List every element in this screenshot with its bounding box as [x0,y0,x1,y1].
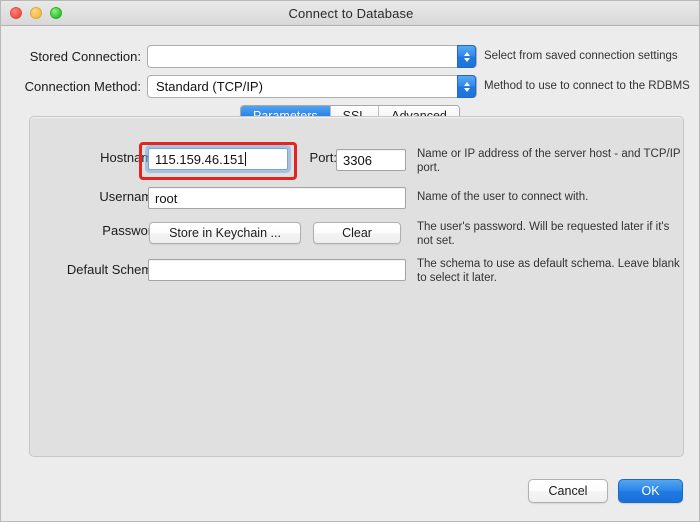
clear-password-button[interactable]: Clear [313,222,401,244]
hostname-value: 115.159.46.151 [155,151,245,167]
default-schema-input[interactable] [148,259,406,281]
default-schema-label: Default Schema: [66,262,163,277]
connection-method-hint: Method to use to connect to the RDBMS [484,80,690,92]
stored-connection-combobox[interactable] [147,45,477,68]
cancel-button[interactable]: Cancel [528,479,608,503]
connect-to-database-dialog: Connect to Database Stored Connection: S… [0,0,700,522]
username-value: root [155,190,178,206]
connection-method-combobox[interactable]: Standard (TCP/IP) [147,75,477,98]
window-title: Connect to Database [288,6,414,21]
port-input[interactable]: 3306 [336,149,406,171]
password-label: Password: [102,223,163,238]
hostname-input[interactable]: 115.159.46.151 [148,148,288,170]
port-value: 3306 [343,152,372,168]
title-bar: Connect to Database [1,1,699,26]
store-in-keychain-button[interactable]: Store in Keychain ... [149,222,301,244]
password-hint: The user's password. Will be requested l… [417,221,670,247]
hostname-label: Hostname: [100,150,163,165]
hostname-port-hint: Name or IP address of the server host - … [417,148,681,174]
stored-connection-label: Stored Connection: [29,49,141,64]
connection-method-stepper-icon[interactable] [457,75,476,98]
stored-connection-hint: Select from saved connection settings [484,50,678,62]
text-caret [245,152,247,166]
username-label: Username: [99,189,163,204]
ok-button[interactable]: OK [618,479,683,503]
default-schema-hint: The schema to use as default schema. Lea… [417,258,680,284]
port-label: Port: [309,150,337,165]
connection-method-label: Connection Method: [24,79,141,94]
connection-method-value: Standard (TCP/IP) [156,79,263,94]
stored-connection-stepper-icon[interactable] [457,45,476,68]
username-input[interactable]: root [148,187,406,209]
username-hint: Name of the user to connect with. [417,191,589,203]
